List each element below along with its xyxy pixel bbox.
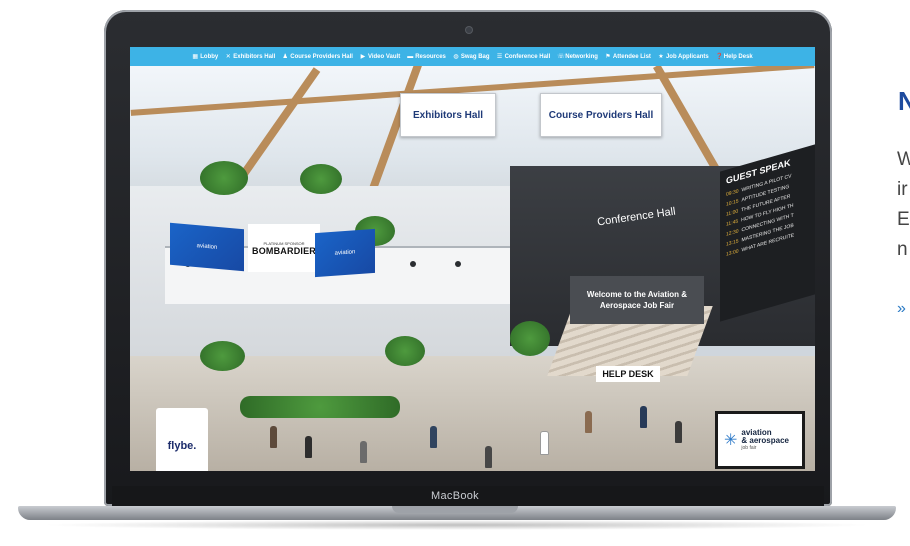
nav-item-swag-bag[interactable]: ◍ Swag Bag	[453, 53, 490, 60]
side-line: ir	[897, 179, 908, 200]
session-time: 09:30	[726, 188, 739, 198]
side-heading: N	[898, 86, 910, 116]
person	[430, 426, 437, 448]
swag-bag-icon: ◍	[453, 53, 459, 60]
side-link[interactable]: »	[897, 300, 906, 318]
nav-item-label: Help Desk	[723, 53, 753, 60]
attendee-list-icon: ⚑	[605, 53, 611, 60]
nav-item-job-applicants[interactable]: ★ Job Applicants	[658, 54, 709, 60]
nav-item-help-desk[interactable]: ❓ Help Desk	[716, 54, 753, 60]
plant	[300, 164, 342, 194]
welcome-sign: Welcome to the Aviation & Aerospace Job …	[570, 276, 704, 324]
nav-item-networking[interactable]: ☏ Networking	[557, 54, 598, 60]
job-applicants-icon: ★	[658, 53, 664, 60]
session-time: 12:30	[726, 228, 739, 238]
session-time: 11:00	[726, 208, 739, 218]
session-time: 13:15	[726, 238, 739, 248]
person	[585, 411, 592, 433]
nav-item-label: Conference Hall	[504, 53, 551, 60]
laptop-screen: ▦ Lobby ✕ Exhibitors Hall ♟ Course Providers …	[130, 47, 815, 471]
conference-icon: ☰	[496, 53, 503, 60]
person	[485, 446, 492, 468]
side-paragraph: W ir E n	[897, 145, 910, 265]
nav-item-video-vault[interactable]: ▶ Video Vault	[360, 53, 401, 60]
person	[540, 431, 549, 455]
help-desk-sign[interactable]: HELP DESK	[596, 366, 660, 382]
nav-item-label: Course Providers Hall	[290, 53, 353, 60]
plant	[200, 341, 245, 371]
side-line: n	[897, 239, 908, 260]
side-line: W	[897, 149, 910, 170]
nav-item-course-providers-hall[interactable]: ♟ Course Providers Hall	[282, 54, 353, 60]
resources-icon: ▬	[407, 53, 414, 60]
nav-item-label: Video Vault	[367, 53, 401, 60]
logo-sub: job fair	[741, 445, 757, 451]
aviation-banner-left: aviation	[170, 222, 244, 272]
nav-item-label: Resources	[415, 53, 446, 60]
help-desk-icon: ❓	[715, 53, 724, 60]
top-nav-bar: ▦ Lobby ✕ Exhibitors Hall ♟ Course Providers …	[130, 47, 815, 66]
laptop-brand: MacBook	[431, 490, 479, 502]
floor	[130, 356, 815, 471]
course-providers-hall-sign[interactable]: Course Providers Hall	[540, 93, 662, 137]
ceiling-light	[410, 261, 416, 267]
session-time: 11:45	[726, 218, 739, 228]
nav-item-label: Job Applicants	[665, 53, 709, 60]
nav-item-exhibitors-hall[interactable]: ✕ Exhibitors Hall	[225, 53, 276, 60]
person	[675, 421, 682, 443]
session-time: 13:00	[726, 248, 739, 258]
course-providers-icon: ♟	[282, 53, 288, 60]
camera-icon	[466, 27, 472, 33]
lobby-icon: ▦	[192, 53, 199, 60]
job-fair-logo-sign: ✳ aviation & aerospace job fair	[715, 411, 805, 469]
exhibitors-icon: ✕	[225, 53, 231, 60]
nav-item-resources[interactable]: ▬ Resources	[407, 54, 446, 60]
side-line: E	[897, 209, 910, 230]
nav-item-label: Swag Bag	[460, 53, 490, 60]
aviation-banner-right: aviation	[315, 228, 375, 278]
person	[305, 436, 312, 458]
person	[640, 406, 647, 428]
laptop-notch	[392, 506, 518, 513]
person	[270, 426, 277, 448]
video-icon: ▶	[360, 53, 366, 60]
nav-item-lobby[interactable]: ▦ Lobby	[192, 54, 218, 60]
nav-item-attendee-list[interactable]: ⚑ Attendee List	[605, 54, 651, 60]
virtual-hall-scene: Exhibitors Hall Course Providers Hall av…	[130, 59, 815, 471]
nav-item-conference-hall[interactable]: ☰ Conference Hall	[496, 53, 551, 60]
plant	[385, 336, 425, 366]
nav-item-label: Attendee List	[612, 53, 651, 60]
nav-item-label: Networking	[565, 53, 598, 60]
ceiling-light	[455, 261, 461, 267]
session-time: 10:15	[726, 198, 739, 208]
laptop-shadow	[40, 520, 874, 530]
plant	[200, 161, 248, 195]
logo-line2: & aerospace	[741, 436, 789, 445]
planter	[240, 396, 400, 418]
plant	[510, 321, 550, 356]
bombardier-banner: PLATINUM SPONSOR BOMBARDIER	[248, 224, 320, 272]
exhibitors-hall-sign[interactable]: Exhibitors Hall	[400, 93, 496, 137]
snowflake-logo-icon: ✳	[724, 432, 738, 449]
bombardier-logo: BOMBARDIER	[252, 245, 316, 256]
networking-icon: ☏	[557, 53, 565, 60]
nav-item-label: Lobby	[200, 53, 219, 60]
guest-speaker-board[interactable]: GUEST SPEAK 09:30 WRITING A PILOT CV 10:15…	[720, 144, 815, 322]
person	[360, 441, 367, 463]
flybe-booth[interactable]: flybe.	[156, 408, 208, 471]
nav-item-label: Exhibitors Hall	[233, 53, 276, 60]
